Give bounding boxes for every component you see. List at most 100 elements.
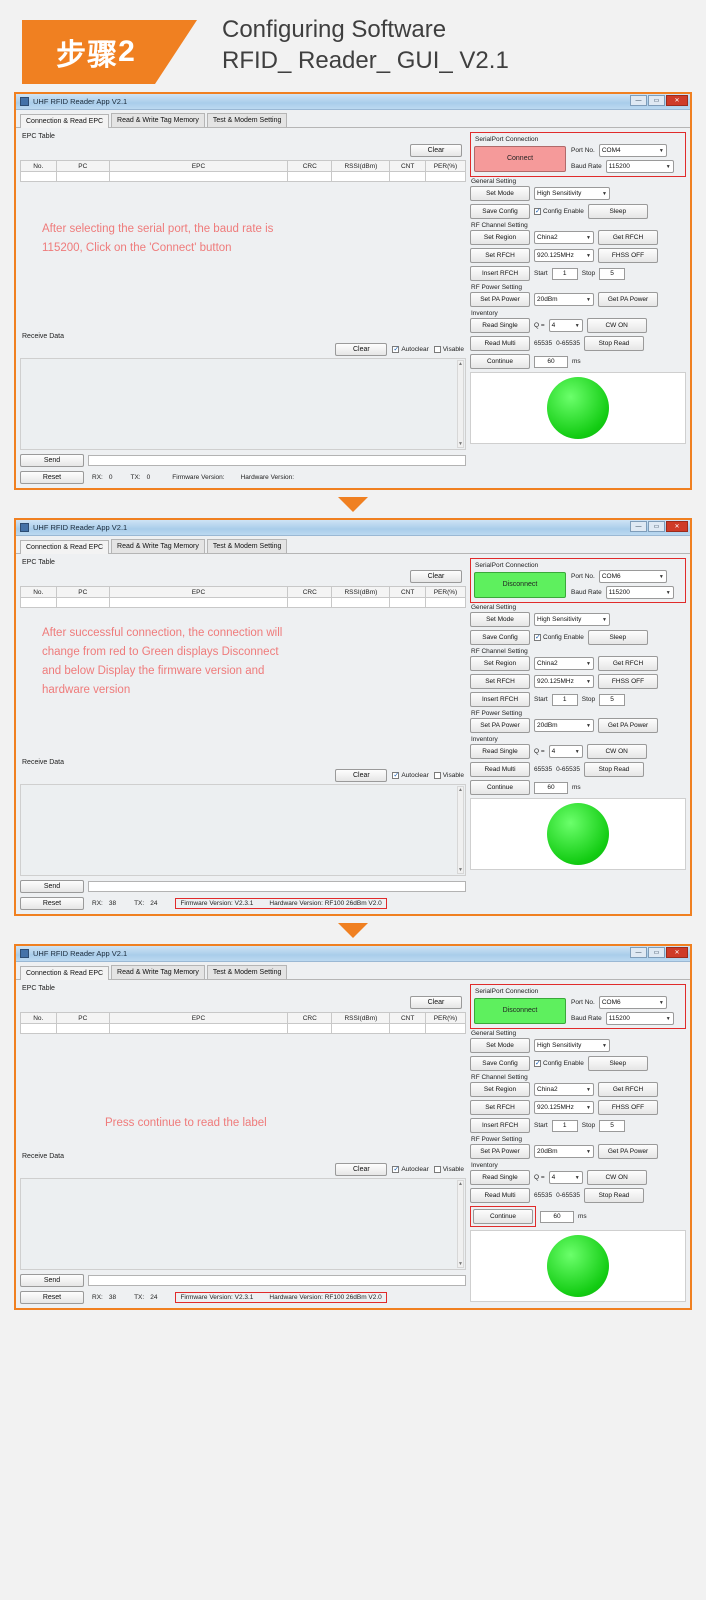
config-enable-wrap[interactable]: Config Enable bbox=[534, 633, 584, 641]
config-enable-checkbox[interactable] bbox=[534, 1059, 541, 1067]
baud-select[interactable]: 115200 ▼ bbox=[605, 1012, 674, 1025]
autoclear-checkbox[interactable] bbox=[392, 345, 400, 353]
receive-data-textarea[interactable]: ▲ ▼ bbox=[20, 1178, 466, 1270]
tab-test-modem-setting[interactable]: Test & Modem Setting bbox=[206, 965, 288, 979]
power-select[interactable]: 20dBm ▼ bbox=[534, 293, 594, 306]
region-select[interactable]: China2 ▼ bbox=[534, 1083, 594, 1096]
tab-connection-read-epc[interactable]: Connection & Read EPC bbox=[20, 966, 110, 980]
start-input[interactable]: 1 bbox=[551, 267, 578, 280]
port-select[interactable]: COM6 ▼ bbox=[598, 570, 667, 583]
scroll-down-icon[interactable]: ▼ bbox=[458, 1261, 463, 1267]
interval-input[interactable]: 60 bbox=[534, 355, 568, 368]
stop-read-button[interactable]: Stop Read bbox=[583, 1188, 644, 1203]
power-select[interactable]: 20dBm ▼ bbox=[534, 719, 594, 732]
continue-button[interactable]: Continue bbox=[470, 354, 530, 369]
continue-button[interactable]: Continue bbox=[473, 1209, 533, 1224]
stop-input[interactable]: 5 bbox=[599, 267, 626, 280]
read-multi-button[interactable]: Read Multi bbox=[470, 336, 530, 351]
minimize-button[interactable]: — bbox=[630, 947, 647, 958]
receive-data-textarea[interactable]: ▲ ▼ bbox=[20, 784, 466, 876]
q-select[interactable]: 4 ▼ bbox=[548, 1171, 583, 1184]
close-button[interactable]: ✕ bbox=[666, 947, 688, 958]
set-rfch-button[interactable]: Set RFCH bbox=[470, 1100, 530, 1115]
q-select[interactable]: 4 ▼ bbox=[548, 745, 583, 758]
clear-receive-button[interactable]: Clear bbox=[335, 769, 388, 782]
baud-select[interactable]: 115200 ▼ bbox=[605, 160, 674, 173]
reset-button[interactable]: Reset bbox=[20, 897, 84, 910]
clear-epc-button[interactable]: Clear bbox=[410, 996, 462, 1009]
send-button[interactable]: Send bbox=[20, 1274, 84, 1287]
mode-select[interactable]: High Sensitivity ▼ bbox=[534, 613, 610, 626]
sleep-button[interactable]: Sleep bbox=[587, 1056, 648, 1071]
read-single-button[interactable]: Read Single bbox=[470, 744, 530, 759]
cw-on-button[interactable]: CW ON bbox=[586, 1170, 647, 1185]
scroll-down-icon[interactable]: ▼ bbox=[458, 867, 463, 873]
stop-input[interactable]: 5 bbox=[599, 1119, 626, 1132]
read-single-button[interactable]: Read Single bbox=[470, 1170, 530, 1185]
send-input[interactable] bbox=[88, 881, 466, 892]
save-config-button[interactable]: Save Config bbox=[470, 1056, 530, 1071]
set-region-button[interactable]: Set Region bbox=[470, 230, 530, 245]
tab-test-modem-setting[interactable]: Test & Modem Setting bbox=[206, 113, 288, 127]
stop-input[interactable]: 5 bbox=[599, 693, 626, 706]
maximize-button[interactable]: ▭ bbox=[648, 947, 665, 958]
send-button[interactable]: Send bbox=[20, 454, 84, 467]
reset-button[interactable]: Reset bbox=[20, 1291, 84, 1304]
get-rfch-button[interactable]: Get RFCH bbox=[598, 656, 658, 671]
continue-button[interactable]: Continue bbox=[470, 780, 530, 795]
autoclear-checkbox[interactable] bbox=[392, 1165, 400, 1173]
read-multi-button[interactable]: Read Multi bbox=[470, 1188, 530, 1203]
fhss-button[interactable]: FHSS OFF bbox=[598, 248, 658, 263]
set-rfch-button[interactable]: Set RFCH bbox=[470, 674, 530, 689]
fhss-button[interactable]: FHSS OFF bbox=[598, 1100, 658, 1115]
tab-read-write-tag-memory[interactable]: Read & Write Tag Memory bbox=[111, 113, 205, 127]
fhss-button[interactable]: FHSS OFF bbox=[598, 674, 658, 689]
get-pa-power-button[interactable]: Get PA Power bbox=[598, 1144, 658, 1159]
clear-epc-button[interactable]: Clear bbox=[410, 144, 462, 157]
get-rfch-button[interactable]: Get RFCH bbox=[598, 1082, 658, 1097]
send-input[interactable] bbox=[88, 455, 466, 466]
sleep-button[interactable]: Sleep bbox=[587, 204, 648, 219]
clear-receive-button[interactable]: Clear bbox=[335, 1163, 388, 1176]
receive-scrollbar[interactable]: ▲ ▼ bbox=[457, 786, 464, 874]
visable-checkbox[interactable] bbox=[433, 1166, 441, 1173]
config-enable-checkbox[interactable] bbox=[534, 633, 541, 641]
get-pa-power-button[interactable]: Get PA Power bbox=[598, 718, 658, 733]
sleep-button[interactable]: Sleep bbox=[587, 630, 648, 645]
scroll-up-icon[interactable]: ▲ bbox=[458, 361, 463, 367]
scroll-down-icon[interactable]: ▼ bbox=[458, 441, 463, 447]
start-input[interactable]: 1 bbox=[551, 693, 578, 706]
tab-connection-read-epc[interactable]: Connection & Read EPC bbox=[20, 540, 110, 554]
cw-on-button[interactable]: CW ON bbox=[586, 318, 647, 333]
set-mode-button[interactable]: Set Mode bbox=[470, 1038, 530, 1053]
stop-read-button[interactable]: Stop Read bbox=[583, 336, 644, 351]
read-single-button[interactable]: Read Single bbox=[470, 318, 530, 333]
close-button[interactable]: ✕ bbox=[666, 95, 688, 106]
set-mode-button[interactable]: Set Mode bbox=[470, 186, 530, 201]
maximize-button[interactable]: ▭ bbox=[648, 95, 665, 106]
visable-checkbox[interactable] bbox=[433, 772, 441, 779]
set-region-button[interactable]: Set Region bbox=[470, 1082, 530, 1097]
send-input[interactable] bbox=[88, 1275, 466, 1286]
visable-checkbox-wrap[interactable]: Visable bbox=[433, 772, 464, 779]
clear-receive-button[interactable]: Clear bbox=[335, 343, 388, 356]
q-select[interactable]: 4 ▼ bbox=[548, 319, 583, 332]
receive-scrollbar[interactable]: ▲ ▼ bbox=[457, 1180, 464, 1268]
set-rfch-button[interactable]: Set RFCH bbox=[470, 248, 530, 263]
frequency-select[interactable]: 920.125MHz ▼ bbox=[534, 249, 594, 262]
tab-connection-read-epc[interactable]: Connection & Read EPC bbox=[20, 114, 110, 128]
visable-checkbox[interactable] bbox=[433, 346, 441, 353]
maximize-button[interactable]: ▭ bbox=[648, 521, 665, 532]
clear-epc-button[interactable]: Clear bbox=[410, 570, 462, 583]
config-enable-wrap[interactable]: Config Enable bbox=[534, 1059, 584, 1067]
port-select[interactable]: COM6 ▼ bbox=[598, 996, 667, 1009]
region-select[interactable]: China2 ▼ bbox=[534, 657, 594, 670]
config-enable-checkbox[interactable] bbox=[534, 207, 541, 215]
set-region-button[interactable]: Set Region bbox=[470, 656, 530, 671]
receive-scrollbar[interactable]: ▲ ▼ bbox=[457, 360, 464, 448]
autoclear-checkbox-wrap[interactable]: Autoclear bbox=[392, 1165, 429, 1173]
scroll-up-icon[interactable]: ▲ bbox=[458, 787, 463, 793]
autoclear-checkbox-wrap[interactable]: Autoclear bbox=[392, 771, 429, 779]
set-pa-power-button[interactable]: Set PA Power bbox=[470, 292, 530, 307]
close-button[interactable]: ✕ bbox=[666, 521, 688, 532]
